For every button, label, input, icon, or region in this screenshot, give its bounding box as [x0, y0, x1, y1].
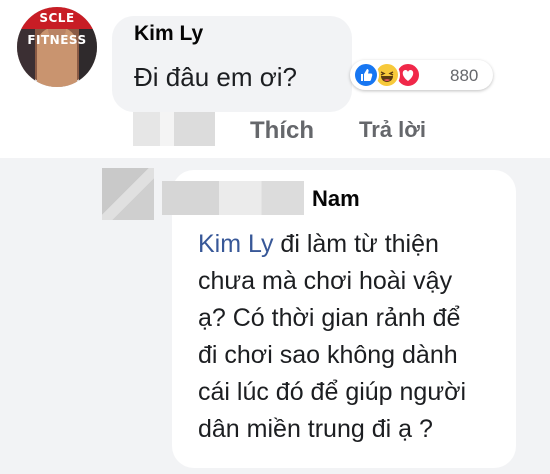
- avatar-magazine-masthead: SCLE FITNESS: [17, 7, 97, 47]
- reply-line-3: ạ? Có thời gian rảnh để: [198, 304, 461, 332]
- reply-line-1: Kim Ly đi làm từ thiện: [198, 226, 516, 263]
- reply-line-2: chưa mà chơi hoài vậy: [198, 267, 453, 295]
- reply-line-1-text: đi làm từ thiện: [273, 230, 439, 258]
- like-icon: [353, 62, 379, 88]
- reply-line-4: đi chơi sao không dành: [198, 341, 458, 369]
- reply-button[interactable]: Trả lời: [359, 117, 426, 143]
- mention-link[interactable]: Kim Ly: [198, 230, 273, 258]
- like-button[interactable]: Thích: [250, 117, 314, 145]
- comment-author[interactable]: Kim Ly: [134, 22, 203, 46]
- reactions-summary[interactable]: 880: [350, 60, 493, 90]
- reply-text: Kim Ly đi làm từ thiện chưa mà chơi hoài…: [198, 226, 516, 448]
- comment-text: Đi đâu em ơi?: [134, 62, 298, 92]
- reaction-count: 880: [450, 66, 479, 85]
- reply-line-6: dân miền trung đi ạ ?: [198, 415, 433, 443]
- blurred-timestamp: [133, 112, 215, 146]
- reply-author-blurred: [162, 181, 304, 215]
- avatar[interactable]: SCLE FITNESS: [17, 7, 97, 87]
- reply-line-5: cái lúc đó để giúp người: [198, 378, 467, 406]
- reply-avatar-blurred[interactable]: [102, 168, 154, 220]
- reply-author[interactable]: Nam: [312, 186, 360, 212]
